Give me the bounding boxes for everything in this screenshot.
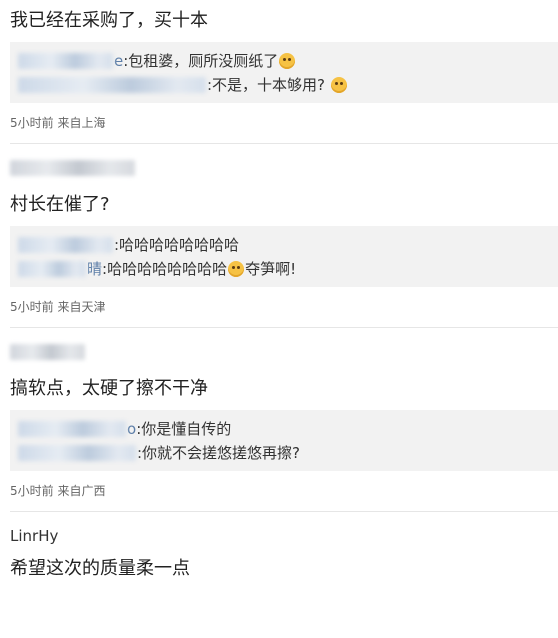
reply-line[interactable]: e :包租婆，厕所没厕纸了 [18, 49, 548, 73]
comment-username[interactable]: LinrHy [10, 526, 558, 546]
comment-text: 我已经在采购了，买十本 [10, 10, 208, 31]
reply-box: o :你是懂自传的 :你就不会搓悠搓悠再擦? [10, 410, 558, 471]
reply-line[interactable]: :哈哈哈哈哈哈哈哈 [18, 233, 548, 257]
smile-emoji-icon [228, 261, 245, 277]
reply-text: :不是，十本够用? [207, 76, 326, 94]
comment-meta: 5小时前 来自上海 [10, 116, 106, 130]
comment: 搞软点，太硬了擦不干净 o :你是懂自传的 :你就不会搓悠搓悠再擦? 5小时前 … [0, 328, 558, 499]
reply-text-after: 夺笋啊! [245, 260, 297, 278]
reply-username-tail[interactable]: o [127, 417, 136, 441]
reply-text: :哈哈哈哈哈哈哈哈 [102, 260, 228, 278]
reply-username[interactable] [18, 421, 126, 437]
reply-box: e :包租婆，厕所没厕纸了 :不是，十本够用? [10, 42, 558, 103]
reply-username[interactable] [18, 53, 113, 69]
reply-username-tail[interactable]: e [114, 49, 123, 73]
comment: LinrHy 希望这次的质量柔一点 [0, 512, 558, 582]
comment-text: 搞软点，太硬了擦不干净 [10, 378, 208, 399]
smile-emoji-icon [279, 53, 296, 69]
comment-text: 希望这次的质量柔一点 [10, 558, 190, 579]
reply-username[interactable] [18, 77, 206, 93]
reply-username[interactable] [18, 261, 86, 277]
comment-meta: 5小时前 来自天津 [10, 300, 106, 314]
reply-line[interactable]: 晴 :哈哈哈哈哈哈哈哈 夺笋啊! [18, 257, 548, 281]
reply-line[interactable]: :你就不会搓悠搓悠再擦? [18, 441, 548, 465]
reply-text: :包租婆，厕所没厕纸了 [123, 52, 279, 70]
comment-text: 村长在催了? [10, 194, 110, 215]
comment-username[interactable] [10, 160, 135, 176]
comment: 我已经在采购了，买十本 e :包租婆，厕所没厕纸了 :不是，十本够用? 5小时前… [0, 0, 558, 131]
reply-text: :你是懂自传的 [136, 420, 232, 438]
comment: 村长在催了? :哈哈哈哈哈哈哈哈 晴 :哈哈哈哈哈哈哈哈 夺笋啊! 5小时前 来… [0, 144, 558, 315]
reply-line[interactable]: :不是，十本够用? [18, 73, 548, 97]
reply-username[interactable] [18, 445, 136, 461]
comment-meta: 5小时前 来自广西 [10, 484, 106, 498]
reply-username[interactable] [18, 237, 113, 253]
reply-username-tail[interactable]: 晴 [87, 257, 102, 281]
comment-username[interactable] [10, 344, 85, 360]
reply-text: :你就不会搓悠搓悠再擦? [137, 444, 301, 462]
smirk-emoji-icon [331, 77, 348, 93]
reply-line[interactable]: o :你是懂自传的 [18, 417, 548, 441]
reply-text: :哈哈哈哈哈哈哈哈 [114, 236, 240, 254]
reply-box: :哈哈哈哈哈哈哈哈 晴 :哈哈哈哈哈哈哈哈 夺笋啊! [10, 226, 558, 287]
